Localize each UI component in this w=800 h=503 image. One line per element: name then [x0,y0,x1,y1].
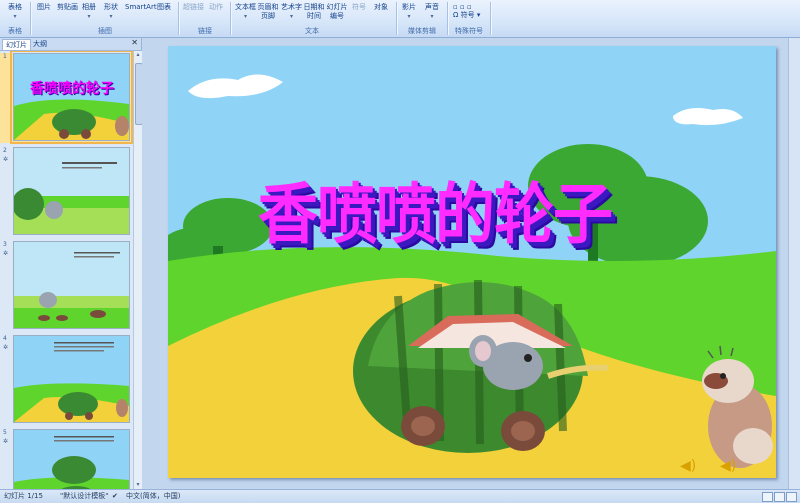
group-separator [178,2,179,35]
picture-button[interactable]: 图片 [37,3,51,12]
movie-button[interactable]: 影片 ▾ [402,3,416,21]
slide-number: 2 [3,147,7,154]
table-button[interactable]: 表格 ▾ [8,3,22,21]
group-separator [447,2,448,35]
slideshow-view-icon[interactable] [786,492,797,502]
slide-number: 1 [3,53,7,60]
special-symbol-button[interactable]: Ω 符号 ▾ [453,11,480,20]
sound-icon[interactable]: ◀) [680,458,696,474]
slide-number-button[interactable]: 幻灯片编号 [326,3,348,21]
group-separator [230,2,231,35]
slide-thumbnail[interactable] [13,147,130,235]
slide-editing-area: 香喷喷的轮子 ◀) ◀) [142,38,800,489]
action-button[interactable]: 动作 [209,3,223,12]
slide-thumbnail[interactable] [13,335,130,423]
slide-thumbnail-item[interactable]: 4 ✲ [0,335,133,425]
animation-icon: ✲ [3,250,9,257]
editor-scrollbar[interactable] [788,38,800,489]
slides-panel: 幻灯片 大纲 ✕ 1 香喷喷的轮子 2 ✲ 3 ✲ 4 ✲ 5 ✲ ▴ ▾ [0,38,143,489]
chart-button[interactable]: 图表 [157,3,171,12]
slide-thumbnail-item[interactable]: 3 ✲ [0,241,133,331]
dropdown-arrow-icon: ▾ [87,13,91,20]
group-label-special-symbols: 特殊符号 [455,27,483,35]
thumbnail-title: 香喷喷的轮子 [30,81,114,97]
current-slide[interactable]: 香喷喷的轮子 ◀) ◀) [168,46,776,478]
group-label-illustrations: 插图 [98,27,112,35]
slide-illustration [168,46,776,478]
close-icon[interactable]: ✕ [131,38,138,47]
slide-thumbnail-item[interactable]: 5 ✲ [0,429,133,489]
slide-count-status: 幻灯片 1/15 [4,492,43,500]
smartart-button[interactable]: SmartArt [125,3,157,12]
textbox-button[interactable]: 文本框 ▾ [235,3,256,21]
scroll-down-icon[interactable]: ▾ [134,481,142,489]
slide-number: 5 [3,429,7,436]
theme-status[interactable]: "默认设计模板" [60,490,108,502]
tab-slides[interactable]: 幻灯片 [2,39,31,50]
slide-thumbnail[interactable]: 香喷喷的轮子 [10,51,133,144]
group-separator [396,2,397,35]
shapes-button[interactable]: 形状 ▾ [104,3,118,21]
symbol-button[interactable]: 符号 [352,3,366,12]
dropdown-arrow-icon: ▾ [289,13,293,20]
group-label-text: 文本 [305,27,319,35]
spellcheck-icon[interactable]: ✔ [112,490,118,502]
group-label-table: 表格 [8,27,22,35]
slide-number: 3 [3,241,7,248]
hyperlink-button[interactable]: 超链接 [183,3,204,12]
group-label-media: 媒体剪辑 [408,27,436,35]
symbol-grid-icon: ▫ ▫ ▫ [453,3,472,11]
panel-scrollbar[interactable]: ▴ ▾ [133,51,143,489]
language-status[interactable]: 中文(简体，中国) [126,490,180,502]
slide-thumbnail-list: 1 香喷喷的轮子 2 ✲ 3 ✲ 4 ✲ 5 ✲ [0,51,133,489]
animation-icon: ✲ [3,438,9,445]
group-label-links: 链接 [198,27,212,35]
group-separator [30,2,31,35]
dropdown-arrow-icon: ▾ [109,13,113,20]
ribbon: 表格 ▾ 表格 图片 剪贴画 相册 ▾ 形状 ▾ SmartArt 图表 插图 超链… [0,0,800,38]
dropdown-arrow-icon: ▾ [407,13,411,20]
thumbnail-scene [14,242,129,328]
slide-thumbnail[interactable] [13,241,130,329]
animation-icon: ✲ [3,156,9,163]
status-bar: 幻灯片 1/15 "默认设计模板" ✔ 中文(简体，中国) [0,489,800,503]
header-footer-button[interactable]: 页眉和页脚 [257,3,279,21]
dropdown-arrow-icon: ▾ [13,13,17,20]
thumbnail-scene [14,336,129,422]
clipart-button[interactable]: 剪贴画 [57,3,78,12]
group-separator [490,2,491,35]
thumbnail-scene [14,430,129,489]
slide-sorter-view-icon[interactable] [774,492,785,502]
slide-thumbnail-item[interactable]: 2 ✲ [0,147,133,237]
slide-number: 4 [3,335,7,342]
thumbnail-scene [14,148,129,234]
slide-title-wordart[interactable]: 香喷喷的轮子 [258,161,613,257]
tab-outline[interactable]: 大纲 [30,39,50,49]
dropdown-arrow-icon: ▾ [430,13,434,20]
wordart-button[interactable]: 艺术字 ▾ [281,3,302,21]
panel-tabs: 幻灯片 大纲 ✕ [0,38,141,51]
scroll-up-icon[interactable]: ▴ [134,51,142,59]
album-button[interactable]: 相册 ▾ [82,3,96,21]
slide-thumbnail[interactable] [13,429,130,489]
sound-icon[interactable]: ◀) [720,458,736,474]
slide-thumbnail-item[interactable]: 1 香喷喷的轮子 [0,51,133,144]
normal-view-icon[interactable] [762,492,773,502]
dropdown-arrow-icon: ▾ [243,13,247,20]
sound-button[interactable]: 声音 ▾ [425,3,439,21]
omega-icon: Ω [453,11,459,19]
date-time-button[interactable]: 日期和时间 [303,3,325,21]
object-button[interactable]: 对象 [374,3,388,12]
animation-icon: ✲ [3,344,9,351]
